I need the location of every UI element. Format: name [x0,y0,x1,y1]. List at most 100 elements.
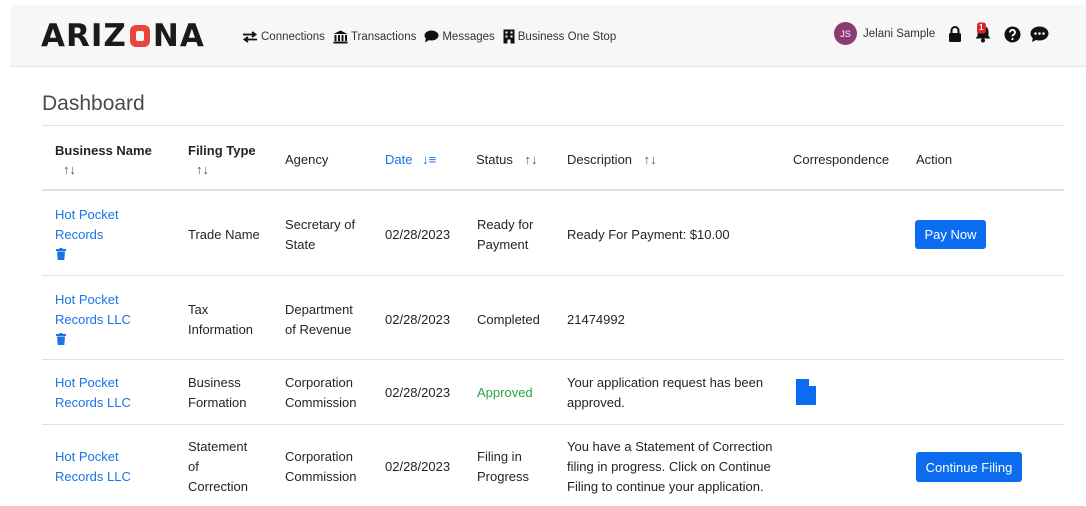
business-name-link[interactable]: Hot Pocket Records LLC [55,447,131,487]
nav-transactions-label: Transactions [350,30,417,43]
nav-business-one-stop-label: Business One Stop [517,30,617,43]
agency-line: Commission [285,469,357,484]
status-line: Progress [477,469,530,484]
filing-type-cell: Tax Information [188,300,253,340]
row-divider [42,424,1064,425]
top-navigation-bar: ARIZ NA Connections Transactions Message… [10,5,1086,67]
column-header-filing-type[interactable]: Filing Type ↑↓ [188,142,256,178]
logo-sun-icon [129,23,151,49]
column-header-business-name[interactable]: Business Name ↑↓ [55,142,152,178]
business-name-line: Records LLC [55,395,131,410]
row-divider [42,359,1064,360]
help-icon[interactable] [1004,26,1021,43]
business-name-line: Hot Pocket [55,292,119,307]
sort-icon[interactable]: ↑↓ [196,161,256,178]
business-name-line: Records LLC [55,312,131,327]
column-header-description-label: Description [567,152,633,167]
filing-type-line: Formation [188,395,247,410]
nav-messages[interactable]: Messages [424,30,495,43]
lock-icon[interactable] [948,26,962,43]
row-divider [42,275,1064,276]
notifications-bell-icon[interactable]: 1 [972,22,994,44]
nav-connections[interactable]: Connections [242,31,325,43]
business-name-line: Records [55,227,104,242]
description-line: approved. [567,395,625,410]
filing-type-line: Tax [188,302,209,317]
business-name-line: Hot Pocket [55,375,119,390]
business-name-link[interactable]: Hot Pocket Records LLC [55,373,131,413]
column-header-agency: Agency [285,152,329,167]
agency-cell: Corporation Commission [285,447,357,487]
nav-connections-label: Connections [261,30,325,43]
description-cell: You have a Statement of Correction filin… [567,437,772,497]
title-divider [42,125,1064,126]
nav-transactions[interactable]: Transactions [333,30,416,44]
column-header-date[interactable]: Date ↓≡ [385,151,436,168]
document-icon[interactable] [796,379,816,408]
business-name-line: Hot Pocket [55,449,119,464]
logo-text-right: NA [152,18,205,54]
sort-icon[interactable]: ↑↓ [63,161,152,178]
business-name-link[interactable]: Hot Pocket Records [55,205,119,245]
status-cell: Ready for Payment [477,215,533,255]
building-icon [503,29,515,44]
agency-line: State [285,237,316,252]
date-cell: 02/28/2023 [385,312,451,327]
date-cell: 02/28/2023 [385,459,451,474]
table-header-divider [42,189,1064,191]
notification-badge-count: 1 [979,23,984,32]
agency-line: of Revenue [285,322,352,337]
column-header-date-label: Date [385,152,413,167]
agency-line: Secretary of [285,217,356,232]
description-line: You have a Statement of Correction [567,439,773,454]
delete-trash-icon[interactable] [56,248,66,263]
agency-cell: Secretary of State [285,215,355,255]
column-header-status[interactable]: Status ↑↓ [476,151,537,168]
status-line: Payment [477,237,529,252]
filing-type-line: Information [188,322,254,337]
agency-cell: Corporation Commission [285,373,357,413]
description-line: Filing to continue your application. [567,479,764,494]
status-line: Filing in [477,449,522,464]
nav-business-one-stop[interactable]: Business One Stop [503,29,616,44]
column-header-filing-type-label: Filing Type [188,143,256,158]
chat-icon[interactable] [1030,26,1049,43]
arrows-exchange-icon [242,30,258,43]
column-header-correspondence: Correspondence [793,152,890,167]
filing-type-line: of [188,459,199,474]
arizona-logo[interactable]: ARIZ NA [41,19,205,53]
column-header-status-label: Status [476,152,513,167]
delete-trash-icon[interactable] [56,333,66,348]
sort-icon[interactable]: ↑↓ [524,152,537,167]
business-name-line: Hot Pocket [55,207,119,222]
pay-now-button[interactable]: Pay Now [915,220,986,249]
description-cell: Your application request has been approv… [567,373,763,413]
agency-line: Department [285,302,353,317]
page-title: Dashboard [42,92,145,115]
column-header-description[interactable]: Description ↑↓ [567,151,657,168]
business-name-line: Records LLC [55,469,131,484]
business-name-link[interactable]: Hot Pocket Records LLC [55,290,131,330]
sort-descending-icon[interactable]: ↓≡ [422,152,436,167]
filing-type-line: Correction [188,479,248,494]
agency-line: Corporation [285,449,353,464]
status-cell-approved: Approved [477,385,533,400]
filing-type-cell: Business Formation [188,373,247,413]
agency-line: Corporation [285,375,353,390]
status-line: Ready for [477,217,534,232]
speech-bubble-icon [424,30,439,43]
filing-type-cell: Trade Name [188,227,260,242]
nav-messages-label: Messages [442,30,495,43]
status-cell: Filing in Progress [477,447,529,487]
date-cell: 02/28/2023 [385,227,451,242]
description-line: Your application request has been [567,375,764,390]
user-menu[interactable]: JS Jelani Sample [834,22,935,45]
continue-filing-button[interactable]: Continue Filing [916,452,1022,482]
sort-icon[interactable]: ↑↓ [644,152,657,167]
status-cell: Completed [477,312,540,327]
date-cell: 02/28/2023 [385,385,451,400]
filing-type-cell: Statement of Correction [188,437,248,497]
user-name: Jelani Sample [863,27,936,40]
avatar: JS [834,22,857,45]
main-nav: Connections Transactions Messages Busine… [242,29,624,44]
